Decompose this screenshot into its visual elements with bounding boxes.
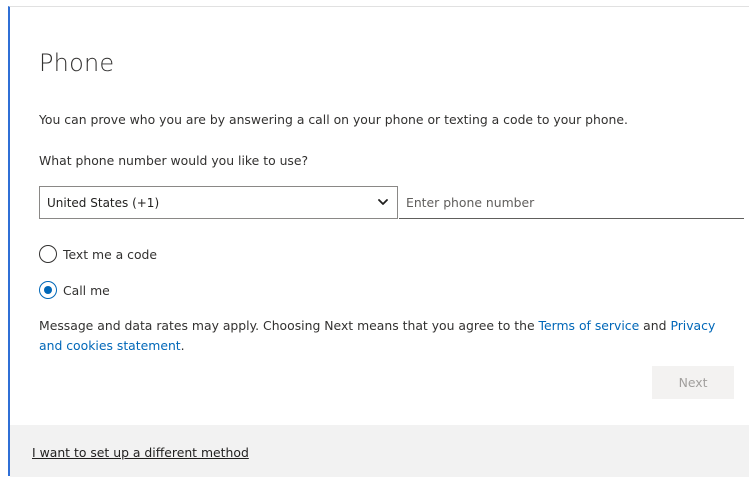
text-me-code-radio[interactable] bbox=[39, 245, 57, 263]
notice-prefix: Message and data rates may apply. Choosi… bbox=[39, 318, 539, 333]
phone-question: What phone number would you like to use? bbox=[39, 153, 309, 168]
call-me-radio[interactable] bbox=[39, 281, 57, 299]
chevron-down-icon bbox=[378, 199, 388, 205]
data-rates-notice: Message and data rates may apply. Choosi… bbox=[39, 316, 739, 356]
notice-middle: and bbox=[639, 318, 671, 333]
country-code-value: United States (+1) bbox=[47, 196, 160, 210]
text-me-code-label: Text me a code bbox=[63, 246, 158, 262]
terms-of-service-link[interactable]: Terms of service bbox=[539, 318, 640, 333]
text-me-code-option[interactable]: Text me a code bbox=[39, 245, 157, 263]
call-me-option[interactable]: Call me bbox=[39, 281, 110, 299]
phone-setup-dialog: Phone You can prove who you are by answe… bbox=[8, 6, 749, 477]
next-button[interactable]: Next bbox=[652, 366, 734, 399]
footer-bar: I want to set up a different method bbox=[10, 425, 749, 477]
different-method-link[interactable]: I want to set up a different method bbox=[32, 445, 249, 460]
phone-number-input[interactable] bbox=[399, 186, 744, 219]
country-code-select[interactable]: United States (+1) bbox=[39, 186, 398, 219]
page-description: You can prove who you are by answering a… bbox=[39, 112, 628, 127]
notice-suffix: . bbox=[180, 338, 185, 353]
call-me-label: Call me bbox=[63, 282, 110, 298]
page-title: Phone bbox=[39, 49, 115, 77]
